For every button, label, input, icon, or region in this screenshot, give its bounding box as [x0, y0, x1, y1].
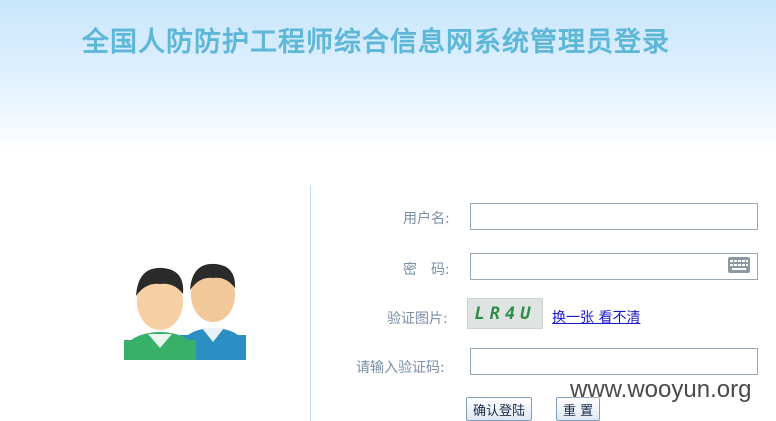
- username-input[interactable]: [470, 203, 758, 230]
- password-input[interactable]: [470, 253, 758, 280]
- captcha-refresh-link[interactable]: 换一张 看不清: [552, 307, 640, 327]
- login-button[interactable]: 确认登陆: [466, 397, 533, 421]
- captcha-input-label: 请输入验证码:: [356, 360, 445, 376]
- captcha-image: LR4U: [467, 298, 543, 329]
- password-label: 密 码:: [403, 262, 450, 278]
- header-banner: 全国人防防护工程师综合信息网系统管理员登录: [0, 0, 776, 150]
- vertical-divider: [310, 185, 311, 421]
- captcha-label: 验证图片:: [387, 311, 448, 327]
- page-title: 全国人防防护工程师综合信息网系统管理员登录: [82, 27, 670, 58]
- keyboard-icon[interactable]: [728, 257, 750, 273]
- username-label: 用户名:: [403, 211, 450, 227]
- users-avatar-icon: [124, 263, 246, 360]
- watermark: www.wooyun.org: [570, 376, 752, 403]
- captcha-input[interactable]: [470, 348, 758, 375]
